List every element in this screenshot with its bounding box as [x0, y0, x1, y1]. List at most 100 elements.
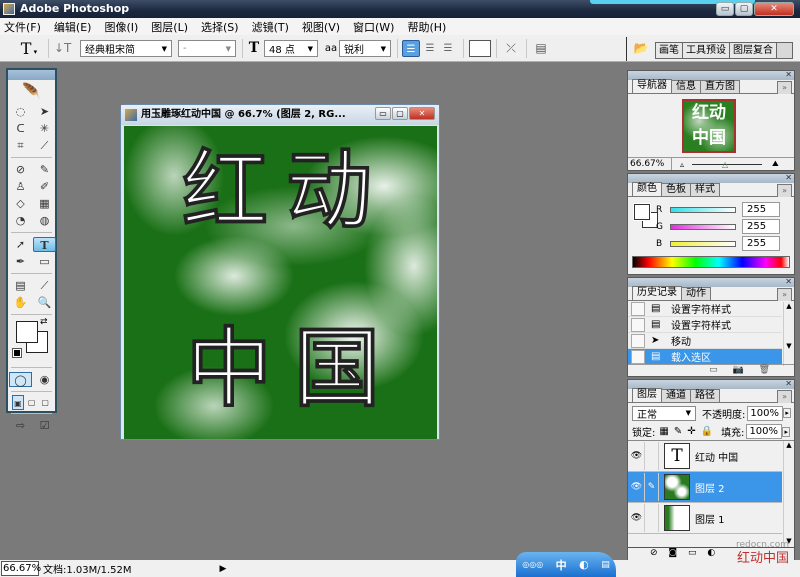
history-scrollbar[interactable]: ▲ ▼	[783, 302, 794, 366]
toolbox-header[interactable]	[8, 70, 55, 80]
close-icon[interactable]: ✕	[785, 173, 792, 183]
align-left-button[interactable]: ☰	[402, 40, 420, 57]
r-value-input[interactable]: 255	[742, 202, 780, 217]
keyboard-icon[interactable]: ▤	[601, 560, 610, 570]
history-brush-source[interactable]	[631, 301, 645, 316]
jump-to-imageready-icon[interactable]: ⇨	[9, 418, 32, 433]
new-snapshot-icon[interactable]: 📷	[732, 365, 743, 375]
well-tab-tool-presets[interactable]: 工具预设	[682, 43, 730, 58]
blend-mode-select[interactable]: 正常 ▼	[632, 405, 696, 421]
menu-file[interactable]: 文件(F)	[4, 19, 41, 35]
menu-view[interactable]: 视图(V)	[302, 19, 340, 35]
screen-mode-standard-icon[interactable]: ▣	[12, 395, 24, 410]
notes-tool-icon[interactable]: ▤	[9, 278, 32, 293]
tab-actions[interactable]: 动作	[681, 287, 711, 300]
eyedropper-tool-icon[interactable]: ⟋	[33, 278, 56, 293]
menu-help[interactable]: 帮助(H)	[407, 19, 446, 35]
warp-text-button[interactable]: ⤫	[503, 40, 519, 57]
marquee-tool-icon[interactable]: ◌	[9, 104, 32, 119]
r-slider[interactable]	[670, 206, 736, 213]
gradient-tool-icon[interactable]: ▦	[33, 196, 56, 211]
tab-info[interactable]: 信息	[671, 80, 701, 93]
lasso-tool-icon[interactable]: ᑕ	[9, 121, 32, 136]
status-menu-arrow[interactable]: ▶	[220, 564, 227, 574]
doc-minimize-button[interactable]: ▭	[375, 107, 391, 120]
status-zoom-input[interactable]: 66.67%	[1, 561, 41, 576]
close-icon[interactable]: ✕	[785, 379, 792, 389]
opacity-input[interactable]: 100%	[747, 405, 784, 421]
zoom-tool-icon[interactable]: 🔍	[33, 295, 56, 310]
history-item[interactable]: ▤ 设置字符样式	[628, 301, 782, 317]
layer-row[interactable]: 👁 图层 1	[628, 503, 782, 534]
tab-color[interactable]: 颜色	[632, 182, 662, 196]
zoom-out-icon[interactable]: ▵	[680, 160, 684, 169]
add-mask-icon[interactable]: ◙	[668, 548, 677, 558]
crop-tool-icon[interactable]: ⌗	[9, 138, 32, 153]
menu-select[interactable]: 选择(S)	[201, 19, 239, 35]
lock-all-icon[interactable]: 🔒	[701, 426, 713, 437]
layer-row[interactable]: 👁 T 红动 中国	[628, 441, 782, 472]
b-value-input[interactable]: 255	[742, 236, 780, 251]
history-brush-tool-icon[interactable]: ✐	[33, 179, 56, 194]
close-icon[interactable]: ✕	[785, 277, 792, 287]
lock-image-icon[interactable]: ✎	[674, 426, 682, 437]
panel-menu-icon[interactable]: »	[777, 390, 792, 403]
adjustment-layer-icon[interactable]: ◐	[707, 548, 715, 558]
half-moon-icon[interactable]: ◐	[579, 558, 589, 571]
layer-link-cell[interactable]	[645, 504, 659, 532]
quick-mask-mode-icon[interactable]: ◉	[33, 372, 56, 387]
doc-maximize-button[interactable]: ▢	[392, 107, 408, 120]
well-tab-layer-comps[interactable]: 图层复合	[729, 43, 777, 58]
lock-position-icon[interactable]: ✛	[687, 426, 695, 437]
color-spectrum-ramp[interactable]	[632, 256, 790, 268]
document-title-bar[interactable]: 用玉雕琢红动中国 @ 66.7% (图层 2, RG... ▭ ▢ ✕	[121, 105, 439, 125]
new-document-icon[interactable]: ▭	[709, 365, 718, 375]
align-right-button[interactable]: ☰	[440, 40, 456, 57]
healing-brush-tool-icon[interactable]: ⊘	[9, 162, 32, 177]
layers-scrollbar[interactable]: ▲ ▼	[783, 441, 794, 547]
g-slider[interactable]	[670, 223, 736, 230]
move-tool-icon[interactable]: ➤	[33, 104, 56, 119]
b-slider[interactable]	[670, 240, 736, 247]
history-item-selected[interactable]: ▤ 载入选区	[628, 349, 782, 365]
tab-navigator[interactable]: 导航器	[632, 79, 672, 93]
brush-tool-icon[interactable]: ✎	[33, 162, 56, 177]
path-selection-tool-icon[interactable]: ➚	[9, 237, 32, 252]
close-icon[interactable]: ✕	[785, 70, 792, 80]
file-browser-icon[interactable]: 📂	[632, 40, 650, 57]
font-style-select[interactable]: - ▼	[178, 40, 236, 57]
layer-style-icon[interactable]: ⊘	[650, 548, 658, 558]
screen-mode-full-icon[interactable]: ▢	[39, 395, 51, 410]
font-family-select[interactable]: 经典粗宋简 ▼	[80, 40, 172, 57]
pen-tool-icon[interactable]: ✒	[9, 254, 32, 269]
type-tool-icon[interactable]: T	[33, 237, 56, 252]
zoom-slider[interactable]: △	[692, 160, 763, 169]
panel-menu-icon[interactable]: »	[777, 288, 792, 301]
history-brush-source[interactable]	[631, 349, 645, 364]
fill-input[interactable]: 100%	[746, 424, 783, 439]
history-brush-source[interactable]	[631, 317, 645, 332]
slice-tool-icon[interactable]: ⟋	[33, 138, 56, 153]
magic-wand-tool-icon[interactable]: ✳	[33, 121, 56, 136]
shape-tool-icon[interactable]: ▭	[33, 254, 56, 269]
blur-tool-icon[interactable]: ◔	[9, 213, 32, 228]
fill-slider-button[interactable]: ▸	[782, 426, 790, 437]
tab-histogram[interactable]: 直方图	[700, 80, 740, 93]
standard-mode-icon[interactable]: ◯	[9, 372, 32, 387]
menu-layer[interactable]: 图层(L)	[151, 19, 188, 35]
close-button[interactable]: ✕	[754, 2, 794, 16]
tab-swatches[interactable]: 色板	[661, 183, 691, 196]
visibility-eye-icon[interactable]: 👁	[629, 442, 645, 470]
doc-close-button[interactable]: ✕	[409, 107, 435, 120]
brush-edit-icon[interactable]: ✎	[645, 473, 659, 501]
minimize-button[interactable]: ▭	[716, 2, 734, 16]
dodge-tool-icon[interactable]: ◍	[33, 213, 56, 228]
panel-menu-icon[interactable]: »	[777, 184, 792, 197]
jump-checkbox-icon[interactable]: ☑	[33, 418, 56, 433]
panel-menu-icon[interactable]: »	[777, 81, 792, 94]
eraser-tool-icon[interactable]: ◇	[9, 196, 32, 211]
maximize-button[interactable]: ▢	[735, 2, 753, 16]
well-tab-brushes[interactable]: 画笔	[655, 43, 683, 58]
default-colors-icon[interactable]	[12, 348, 22, 358]
layer-link-cell[interactable]	[645, 442, 659, 470]
